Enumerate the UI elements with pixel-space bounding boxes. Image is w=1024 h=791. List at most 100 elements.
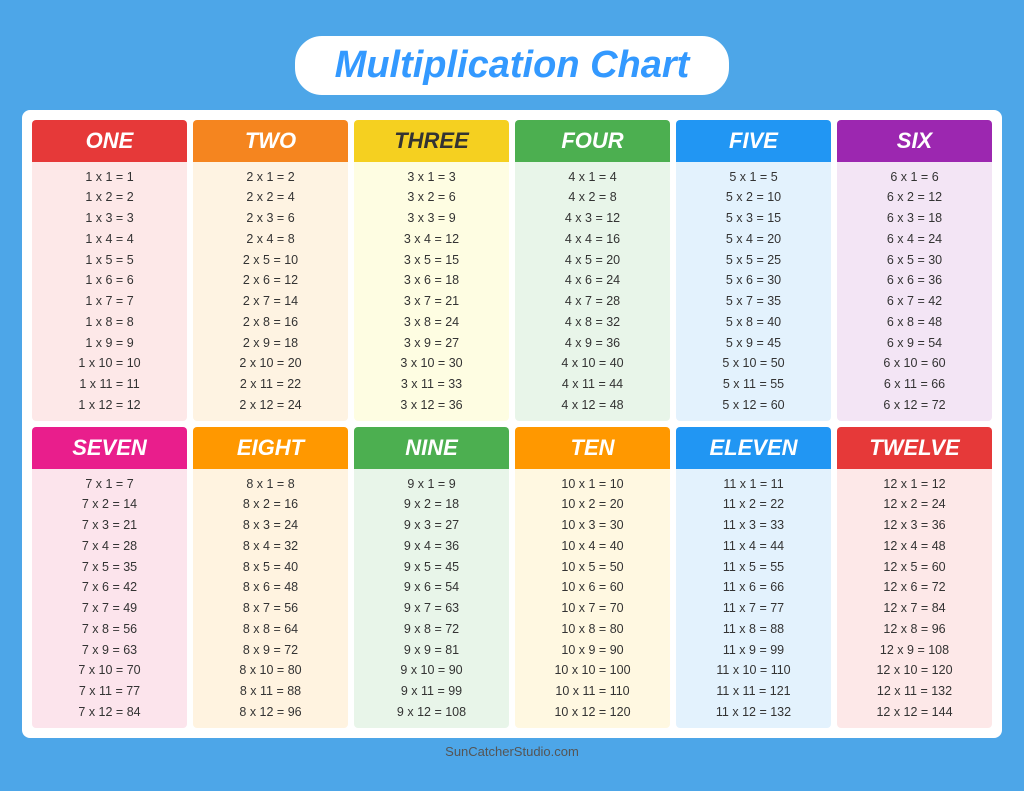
multiplication-row: 10 x 9 = 90 [519, 641, 666, 660]
multiplication-row: 2 x 7 = 14 [197, 292, 344, 311]
multiplication-row: 9 x 4 = 36 [358, 537, 505, 556]
multiplication-row: 2 x 1 = 2 [197, 168, 344, 187]
multiplication-row: 8 x 5 = 40 [197, 558, 344, 577]
section-body-nine: 9 x 1 = 99 x 2 = 189 x 3 = 279 x 4 = 369… [354, 469, 509, 728]
multiplication-row: 9 x 12 = 108 [358, 703, 505, 722]
multiplication-row: 7 x 8 = 56 [36, 620, 183, 639]
multiplication-row: 5 x 4 = 20 [680, 230, 827, 249]
multiplication-row: 8 x 10 = 80 [197, 661, 344, 680]
multiplication-row: 9 x 3 = 27 [358, 516, 505, 535]
section-body-three: 3 x 1 = 33 x 2 = 63 x 3 = 93 x 4 = 123 x… [354, 162, 509, 421]
section-header-three: THREE [354, 120, 509, 162]
section-four: FOUR4 x 1 = 44 x 2 = 84 x 3 = 124 x 4 = … [515, 120, 670, 421]
multiplication-row: 1 x 8 = 8 [36, 313, 183, 332]
multiplication-row: 12 x 12 = 144 [841, 703, 988, 722]
multiplication-row: 10 x 10 = 100 [519, 661, 666, 680]
section-header-four: FOUR [515, 120, 670, 162]
multiplication-row: 7 x 11 = 77 [36, 682, 183, 701]
multiplication-row: 6 x 3 = 18 [841, 209, 988, 228]
section-header-seven: SEVEN [32, 427, 187, 469]
section-eight: EIGHT8 x 1 = 88 x 2 = 168 x 3 = 248 x 4 … [193, 427, 348, 728]
multiplication-row: 2 x 10 = 20 [197, 354, 344, 373]
section-nine: NINE9 x 1 = 99 x 2 = 189 x 3 = 279 x 4 =… [354, 427, 509, 728]
multiplication-row: 6 x 9 = 54 [841, 334, 988, 353]
section-header-eleven: ELEVEN [676, 427, 831, 469]
multiplication-row: 9 x 6 = 54 [358, 578, 505, 597]
section-header-two: TWO [193, 120, 348, 162]
section-header-twelve: TWELVE [837, 427, 992, 469]
multiplication-row: 3 x 10 = 30 [358, 354, 505, 373]
multiplication-row: 12 x 10 = 120 [841, 661, 988, 680]
multiplication-row: 1 x 12 = 12 [36, 396, 183, 415]
multiplication-row: 5 x 9 = 45 [680, 334, 827, 353]
section-one: ONE1 x 1 = 11 x 2 = 21 x 3 = 31 x 4 = 41… [32, 120, 187, 421]
multiplication-row: 5 x 10 = 50 [680, 354, 827, 373]
multiplication-row: 4 x 12 = 48 [519, 396, 666, 415]
multiplication-row: 8 x 7 = 56 [197, 599, 344, 618]
multiplication-row: 1 x 6 = 6 [36, 271, 183, 290]
multiplication-row: 1 x 5 = 5 [36, 251, 183, 270]
multiplication-row: 6 x 6 = 36 [841, 271, 988, 290]
multiplication-row: 10 x 2 = 20 [519, 495, 666, 514]
multiplication-row: 9 x 11 = 99 [358, 682, 505, 701]
section-ten: TEN10 x 1 = 1010 x 2 = 2010 x 3 = 3010 x… [515, 427, 670, 728]
multiplication-row: 5 x 3 = 15 [680, 209, 827, 228]
multiplication-row: 6 x 7 = 42 [841, 292, 988, 311]
section-five: FIVE5 x 1 = 55 x 2 = 105 x 3 = 155 x 4 =… [676, 120, 831, 421]
section-body-six: 6 x 1 = 66 x 2 = 126 x 3 = 186 x 4 = 246… [837, 162, 992, 421]
page-title: Multiplication Chart [335, 44, 690, 86]
multiplication-row: 3 x 8 = 24 [358, 313, 505, 332]
multiplication-row: 10 x 11 = 110 [519, 682, 666, 701]
section-header-nine: NINE [354, 427, 509, 469]
multiplication-row: 1 x 3 = 3 [36, 209, 183, 228]
multiplication-row: 11 x 12 = 132 [680, 703, 827, 722]
multiplication-row: 4 x 10 = 40 [519, 354, 666, 373]
multiplication-row: 2 x 8 = 16 [197, 313, 344, 332]
multiplication-row: 8 x 3 = 24 [197, 516, 344, 535]
section-body-one: 1 x 1 = 11 x 2 = 21 x 3 = 31 x 4 = 41 x … [32, 162, 187, 421]
multiplication-row: 2 x 3 = 6 [197, 209, 344, 228]
multiplication-row: 6 x 11 = 66 [841, 375, 988, 394]
multiplication-row: 9 x 5 = 45 [358, 558, 505, 577]
section-eleven: ELEVEN11 x 1 = 1111 x 2 = 2211 x 3 = 331… [676, 427, 831, 728]
multiplication-row: 7 x 6 = 42 [36, 578, 183, 597]
multiplication-row: 4 x 1 = 4 [519, 168, 666, 187]
multiplication-row: 11 x 10 = 110 [680, 661, 827, 680]
multiplication-row: 6 x 12 = 72 [841, 396, 988, 415]
page-container: Multiplication Chart ONE1 x 1 = 11 x 2 =… [22, 33, 1002, 759]
section-body-eleven: 11 x 1 = 1111 x 2 = 2211 x 3 = 3311 x 4 … [676, 469, 831, 728]
multiplication-row: 6 x 10 = 60 [841, 354, 988, 373]
multiplication-row: 5 x 7 = 35 [680, 292, 827, 311]
multiplication-row: 2 x 11 = 22 [197, 375, 344, 394]
multiplication-row: 1 x 10 = 10 [36, 354, 183, 373]
multiplication-row: 1 x 7 = 7 [36, 292, 183, 311]
multiplication-row: 8 x 6 = 48 [197, 578, 344, 597]
multiplication-row: 10 x 4 = 40 [519, 537, 666, 556]
multiplication-chart: ONE1 x 1 = 11 x 2 = 21 x 3 = 31 x 4 = 41… [22, 110, 1002, 738]
multiplication-row: 4 x 2 = 8 [519, 188, 666, 207]
multiplication-row: 4 x 5 = 20 [519, 251, 666, 270]
multiplication-row: 9 x 8 = 72 [358, 620, 505, 639]
multiplication-row: 3 x 5 = 15 [358, 251, 505, 270]
multiplication-row: 11 x 11 = 121 [680, 682, 827, 701]
multiplication-row: 3 x 1 = 3 [358, 168, 505, 187]
multiplication-row: 8 x 2 = 16 [197, 495, 344, 514]
multiplication-row: 10 x 3 = 30 [519, 516, 666, 535]
multiplication-row: 2 x 4 = 8 [197, 230, 344, 249]
multiplication-row: 4 x 3 = 12 [519, 209, 666, 228]
multiplication-row: 12 x 5 = 60 [841, 558, 988, 577]
multiplication-row: 11 x 1 = 11 [680, 475, 827, 494]
multiplication-row: 4 x 6 = 24 [519, 271, 666, 290]
multiplication-row: 3 x 9 = 27 [358, 334, 505, 353]
multiplication-row: 7 x 10 = 70 [36, 661, 183, 680]
multiplication-row: 3 x 11 = 33 [358, 375, 505, 394]
multiplication-row: 3 x 3 = 9 [358, 209, 505, 228]
multiplication-row: 7 x 9 = 63 [36, 641, 183, 660]
multiplication-row: 9 x 2 = 18 [358, 495, 505, 514]
section-seven: SEVEN7 x 1 = 77 x 2 = 147 x 3 = 217 x 4 … [32, 427, 187, 728]
multiplication-row: 9 x 7 = 63 [358, 599, 505, 618]
multiplication-row: 11 x 6 = 66 [680, 578, 827, 597]
multiplication-row: 7 x 12 = 84 [36, 703, 183, 722]
multiplication-row: 11 x 3 = 33 [680, 516, 827, 535]
multiplication-row: 11 x 5 = 55 [680, 558, 827, 577]
